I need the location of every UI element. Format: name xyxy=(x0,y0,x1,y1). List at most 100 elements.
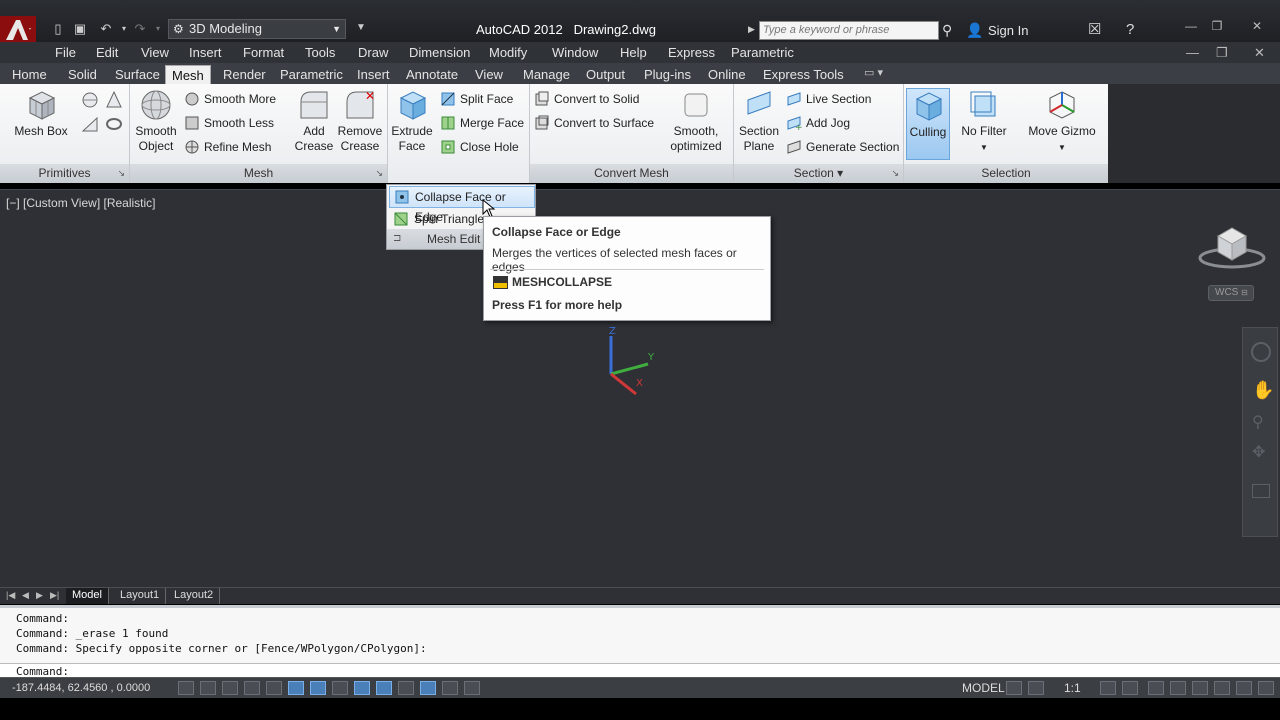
annotation-scale[interactable]: 1:1 xyxy=(1064,681,1081,695)
section-plane-button[interactable]: Section Plane xyxy=(736,88,782,154)
viewcube-icon[interactable] xyxy=(1196,214,1266,284)
user-icon[interactable]: 👤 xyxy=(966,21,983,39)
steering-wheel-icon[interactable] xyxy=(1251,342,1271,362)
search-expand-icon[interactable]: ▶ xyxy=(748,24,755,35)
mesh-cone-icon[interactable] xyxy=(104,90,124,110)
menu-tools[interactable]: Tools xyxy=(305,45,335,60)
menu-dimension[interactable]: Dimension xyxy=(409,45,470,60)
search-input[interactable]: Type a keyword or phrase xyxy=(759,21,939,40)
menu-help[interactable]: Help xyxy=(620,45,647,60)
dynamic-ucs-icon[interactable] xyxy=(354,681,370,695)
refine-mesh-button[interactable]: Refine Mesh xyxy=(182,137,271,157)
close-hole-button[interactable]: Close Hole xyxy=(438,137,519,157)
menu-express[interactable]: Express xyxy=(668,45,715,60)
redo-dropdown-icon[interactable]: ▾ xyxy=(150,21,166,37)
orbit-icon[interactable]: ✥ xyxy=(1252,442,1265,462)
object-snap-icon[interactable] xyxy=(288,681,304,695)
prev-layout-icon[interactable]: ◀ xyxy=(22,590,29,601)
menu-draw[interactable]: Draw xyxy=(358,45,388,60)
layout-tab-layout1[interactable]: Layout1 xyxy=(114,588,167,604)
menu-file[interactable]: File xyxy=(55,45,76,60)
autocad-logo-icon[interactable] xyxy=(0,16,36,44)
status-bar-menu-icon[interactable] xyxy=(1236,681,1252,695)
wcs-menu[interactable]: WCS ⊟ xyxy=(1208,285,1254,301)
tab-parametric[interactable]: Parametric xyxy=(274,65,349,84)
lock-ui-icon[interactable] xyxy=(1170,681,1186,695)
model-space-toggle[interactable]: MODEL xyxy=(962,681,1005,695)
object-snap-tracking-icon[interactable] xyxy=(332,681,348,695)
menu-modify[interactable]: Modify xyxy=(489,45,527,60)
infer-constraints-icon[interactable] xyxy=(178,681,194,695)
smooth-optimized-button[interactable]: Smooth, optimized xyxy=(666,88,726,154)
mesh-wedge-icon[interactable] xyxy=(80,114,100,134)
dialog-launcher-icon[interactable]: ↘ xyxy=(375,164,383,183)
clean-screen-icon[interactable] xyxy=(1258,681,1274,695)
undo-icon[interactable]: ↶ xyxy=(98,21,114,37)
next-layout-icon[interactable]: ▶ xyxy=(36,590,43,601)
menu-insert[interactable]: Insert xyxy=(189,45,222,60)
showmotion-icon[interactable] xyxy=(1252,484,1270,498)
dialog-launcher-icon[interactable]: ↘ xyxy=(117,164,125,183)
tab-home[interactable]: Home xyxy=(6,65,53,84)
snap-mode-icon[interactable] xyxy=(200,681,216,695)
add-jog-button[interactable]: + Add Jog xyxy=(784,113,850,133)
viewport-controls[interactable]: [−] [Custom View] [Realistic] xyxy=(6,196,156,210)
smooth-less-button[interactable]: Smooth Less xyxy=(182,113,274,133)
first-layout-icon[interactable]: |◀ xyxy=(6,590,15,601)
tab-view[interactable]: View xyxy=(469,65,509,84)
sign-in-link[interactable]: Sign In xyxy=(988,23,1028,38)
quick-view-drawings-icon[interactable] xyxy=(1028,681,1044,695)
hardware-acceleration-icon[interactable] xyxy=(1192,681,1208,695)
zoom-icon[interactable]: ⚲ xyxy=(1252,412,1264,432)
quick-access-dropdown-icon[interactable]: ▼ xyxy=(356,22,366,33)
cursor-coordinates[interactable]: -187.4484, 62.4560 , 0.0000 xyxy=(12,682,150,694)
tab-insert[interactable]: Insert xyxy=(351,65,396,84)
convert-to-solid-button[interactable]: Convert to Solid xyxy=(532,89,639,109)
menu-parametric[interactable]: Parametric xyxy=(731,45,794,60)
mesh-cylinder-icon[interactable] xyxy=(80,90,100,110)
ortho-mode-icon[interactable] xyxy=(244,681,260,695)
extrude-face-button[interactable]: Extrude Face xyxy=(388,88,436,154)
move-gizmo-button[interactable]: Move Gizmo ▼ xyxy=(1024,88,1100,155)
menu-edit[interactable]: Edit xyxy=(96,45,118,60)
tab-mesh[interactable]: Mesh xyxy=(165,65,211,84)
ribbon-options-icon[interactable]: ▭ ▾ xyxy=(864,66,883,79)
menu-minimize-icon[interactable]: — xyxy=(1186,45,1199,60)
panel-title-section[interactable]: Section ▾ ↘ xyxy=(734,164,903,183)
pin-icon[interactable]: ⊐ xyxy=(393,229,401,249)
layout-tab-model[interactable]: Model xyxy=(66,588,109,604)
tab-solid[interactable]: Solid xyxy=(62,65,103,84)
redo-icon[interactable]: ↷ xyxy=(132,21,148,37)
collapse-face-or-edge-item[interactable]: Collapse Face or Edge xyxy=(389,186,535,224)
polar-tracking-icon[interactable] xyxy=(266,681,282,695)
tab-annotate[interactable]: Annotate xyxy=(400,65,464,84)
quick-properties-icon[interactable] xyxy=(442,681,458,695)
help-icon[interactable]: ? xyxy=(1126,21,1134,39)
merge-face-button[interactable]: Merge Face xyxy=(438,113,524,133)
mesh-box-button[interactable]: Mesh Box xyxy=(10,88,72,139)
live-section-button[interactable]: Live Section xyxy=(784,89,871,109)
exchange-icon[interactable]: ☒ xyxy=(1088,21,1101,39)
smooth-object-button[interactable]: Smooth Object xyxy=(132,88,180,154)
menu-view[interactable]: View xyxy=(141,45,169,60)
mesh-torus-icon[interactable] xyxy=(104,114,124,134)
layout-tab-layout2[interactable]: Layout2 xyxy=(168,588,221,604)
tab-express-tools[interactable]: Express Tools xyxy=(757,65,850,84)
autoscale-icon[interactable] xyxy=(1122,681,1138,695)
pan-icon[interactable]: ✋ xyxy=(1252,380,1274,401)
remove-crease-button[interactable]: ✕ Remove Crease xyxy=(336,88,384,154)
minimize-button[interactable]: — xyxy=(1180,18,1202,34)
dialog-launcher-icon[interactable]: ↘ xyxy=(891,164,899,183)
transparency-icon[interactable] xyxy=(420,681,436,695)
selection-cycling-icon[interactable] xyxy=(464,681,480,695)
new-icon[interactable]: ▯ xyxy=(50,21,66,37)
undo-dropdown-icon[interactable]: ▾ xyxy=(116,21,132,37)
annotation-visibility-icon[interactable] xyxy=(1100,681,1116,695)
dynamic-input-icon[interactable] xyxy=(376,681,392,695)
no-filter-button[interactable]: No Filter ▼ xyxy=(956,88,1012,155)
workspace-selector[interactable]: ⚙ 3D Modeling ▼ xyxy=(168,19,346,39)
lineweight-icon[interactable] xyxy=(398,681,414,695)
close-button[interactable]: ✕ xyxy=(1246,18,1268,34)
binoculars-icon[interactable]: ⚲ xyxy=(942,21,952,39)
tab-surface[interactable]: Surface xyxy=(109,65,166,84)
